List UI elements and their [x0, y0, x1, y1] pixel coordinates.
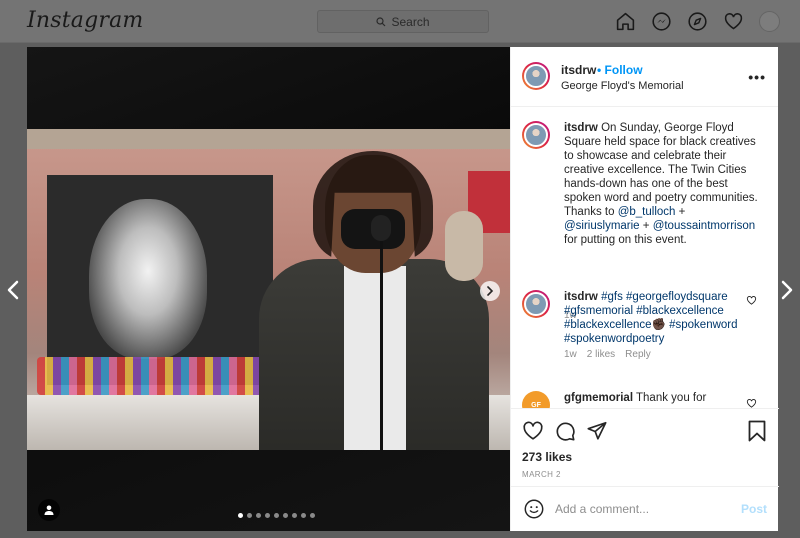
photo-wall [27, 129, 510, 149]
comments-list[interactable]: itsdrw On Sunday, George Floyd Square he… [511, 108, 779, 408]
comment-username[interactable]: itsdrw [564, 291, 598, 303]
caption-text: itsdrw On Sunday, George Floyd Square he… [564, 121, 759, 247]
next-post-arrow[interactable] [780, 279, 794, 301]
search-box[interactable]: Search [317, 10, 489, 33]
user-icon [44, 505, 54, 515]
chevron-left-icon [7, 280, 19, 300]
caption-avatar[interactable] [522, 121, 550, 149]
search-placeholder: Search [391, 14, 430, 29]
carousel-dots [238, 513, 315, 518]
comment-meta: 1w 2 likes Reply [564, 349, 651, 360]
post-media[interactable] [27, 47, 510, 531]
comment-avatar[interactable]: GF [522, 391, 550, 408]
comment-text: itsdrw #gfs #georgefloydsquare #gfsmemor… [564, 290, 744, 346]
share-paper-plane-icon[interactable] [586, 420, 608, 442]
comment-avatar[interactable] [522, 290, 550, 318]
next-image-button[interactable] [480, 281, 500, 301]
photo-flowers [37, 357, 287, 395]
follow-separator: • [597, 63, 602, 77]
search-icon [376, 16, 386, 26]
save-bookmark-icon[interactable] [747, 420, 767, 442]
more-options-icon[interactable]: ••• [748, 69, 766, 85]
follow-button[interactable]: • Follow [597, 63, 643, 77]
caption-body: On Sunday, George Floyd Square held spac… [564, 122, 758, 218]
home-icon[interactable] [615, 11, 636, 32]
nav-icons [615, 11, 780, 32]
caption-end: for putting on this event. [564, 234, 687, 246]
photo-shirt [344, 266, 406, 450]
carousel-dot [301, 513, 306, 518]
author-avatar[interactable] [522, 62, 550, 90]
photo-microphone [371, 215, 391, 241]
likes-count[interactable]: 273 likes [522, 450, 572, 464]
photo-mural-face [89, 199, 207, 359]
hashtag-link[interactable]: #spokenwordpoetry [564, 333, 664, 345]
mention-link[interactable]: @toussaintmorrison [653, 220, 755, 232]
reply-button[interactable]: Reply [625, 349, 651, 360]
comment-username[interactable]: gfgmemorial [564, 392, 633, 404]
photo-glove [445, 211, 483, 281]
post-modal: itsdrw • Follow George Floyd's Memorial … [27, 47, 779, 531]
comment-likes[interactable]: 2 likes [587, 349, 615, 360]
author-username[interactable]: itsdrw [561, 63, 596, 77]
chevron-right-icon [487, 286, 494, 296]
carousel-dot [274, 513, 279, 518]
comment-text: gfgmemorial Thank you for [564, 391, 759, 405]
comment-time[interactable]: 1w [564, 349, 577, 360]
carousel-dot [283, 513, 288, 518]
instagram-logo[interactable]: Instagram [27, 8, 143, 33]
post-header: itsdrw • Follow George Floyd's Memorial … [511, 47, 778, 107]
hashtag-link[interactable]: #gfs [601, 291, 623, 303]
like-comment-icon[interactable] [746, 293, 757, 305]
caption-username[interactable]: itsdrw [564, 122, 598, 134]
follow-label: Follow [604, 63, 643, 77]
carousel-dot [310, 513, 315, 518]
hashtag-link[interactable]: #spokenword [669, 319, 737, 331]
carousel-dot [265, 513, 270, 518]
heart-icon[interactable] [723, 11, 744, 32]
hashtag-link[interactable]: #gfsmemorial [564, 305, 633, 317]
raised-fist-emoji: ✊🏿 [651, 319, 666, 331]
caption-join: + [675, 206, 686, 218]
post-actions: 273 likes MARCH 2 [511, 408, 779, 486]
add-comment-bar: Post [511, 486, 779, 531]
carousel-dot [256, 513, 261, 518]
post-photo [27, 129, 510, 450]
photo-mic-stand [380, 229, 383, 450]
like-comment-icon[interactable] [746, 396, 757, 408]
emoji-icon[interactable] [523, 498, 545, 520]
photo-person [259, 151, 489, 450]
carousel-dot [292, 513, 297, 518]
profile-avatar[interactable] [759, 11, 780, 32]
previous-post-arrow[interactable] [6, 279, 20, 301]
post-location[interactable]: George Floyd's Memorial [561, 80, 684, 92]
hashtag-link[interactable]: #blackexcellence [636, 305, 724, 317]
comment-body: Thank you for [636, 392, 707, 404]
tagged-users-button[interactable] [38, 499, 60, 521]
add-comment-input[interactable] [555, 499, 725, 519]
mention-link[interactable]: @b_tulloch [618, 206, 676, 218]
hashtag-link[interactable]: #georgefloydsquare [626, 291, 728, 303]
carousel-dot [238, 513, 243, 518]
like-heart-icon[interactable] [522, 420, 544, 442]
top-nav-bar: Instagram Search [0, 0, 800, 43]
post-side-panel: itsdrw • Follow George Floyd's Memorial … [510, 47, 779, 531]
post-comment-button[interactable]: Post [741, 502, 767, 516]
mention-link[interactable]: @siriuslymarie [564, 220, 640, 232]
post-date[interactable]: MARCH 2 [522, 470, 561, 479]
carousel-dot [247, 513, 252, 518]
comment-bubble-icon[interactable] [554, 420, 576, 442]
hashtag-link[interactable]: #blackexcellence [564, 319, 652, 331]
explore-icon[interactable] [687, 11, 708, 32]
messenger-icon[interactable] [651, 11, 672, 32]
action-icons [522, 420, 608, 442]
chevron-right-icon [781, 280, 793, 300]
caption-join: + [639, 220, 653, 232]
